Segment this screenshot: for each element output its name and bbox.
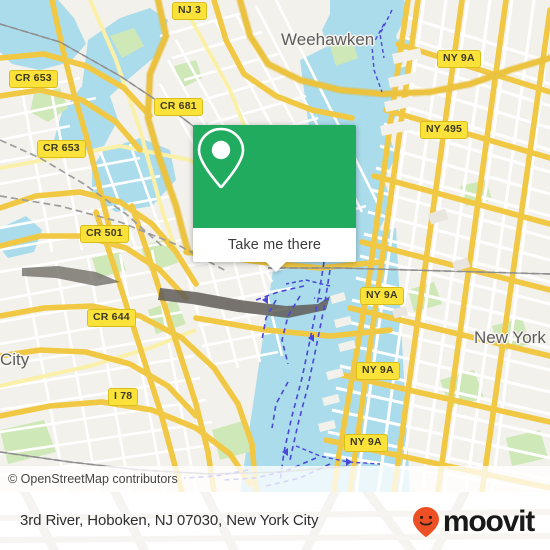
- road-shield-ny-9a-4: NY 9A: [344, 434, 388, 452]
- map-pin-icon: [197, 127, 245, 189]
- road-shield-ny-9a-2: NY 9A: [360, 287, 404, 305]
- road-shield-cr-681: CR 681: [154, 98, 203, 116]
- road-shield-nj-3: NJ 3: [172, 2, 207, 20]
- road-shield-cr-501: CR 501: [80, 225, 129, 243]
- popup-tail-pointer: [265, 261, 287, 272]
- footer-bar: 3rd River, Hoboken, NJ 07030, New York C…: [0, 492, 550, 550]
- road-shield-ny-9a-1: NY 9A: [437, 50, 481, 68]
- popup-marker-panel: [193, 125, 356, 228]
- moovit-logo[interactable]: moovit: [411, 505, 535, 538]
- map-canvas[interactable]: NJ 3 CR 653 CR 681 NY 9A CR 653 NY 495 C…: [0, 0, 550, 492]
- road-shield-ny-495: NY 495: [420, 121, 469, 139]
- road-shield-cr-653-b: CR 653: [37, 140, 86, 158]
- moovit-smiley-pin-icon: [412, 507, 439, 537]
- moovit-wordmark: moovit: [442, 505, 535, 538]
- road-shield-cr-653-a: CR 653: [9, 70, 58, 88]
- take-me-there-button[interactable]: Take me there: [193, 228, 356, 262]
- place-label-weehawken: Weehawken: [281, 30, 375, 49]
- address-label: 3rd River, Hoboken, NJ 07030, New York C…: [20, 512, 319, 529]
- place-label-jersey-city: City: [0, 350, 30, 369]
- map-attribution[interactable]: © OpenStreetMap contributors: [0, 466, 550, 492]
- road-shield-cr-644: CR 644: [87, 309, 136, 327]
- map-screenshot: NJ 3 CR 653 CR 681 NY 9A CR 653 NY 495 C…: [0, 0, 550, 550]
- road-shield-ny-9a-3: NY 9A: [356, 362, 400, 380]
- place-label-new-york: New York: [474, 328, 546, 347]
- map-popup-card[interactable]: Take me there: [193, 125, 356, 272]
- road-shield-i-78: I 78: [108, 388, 139, 406]
